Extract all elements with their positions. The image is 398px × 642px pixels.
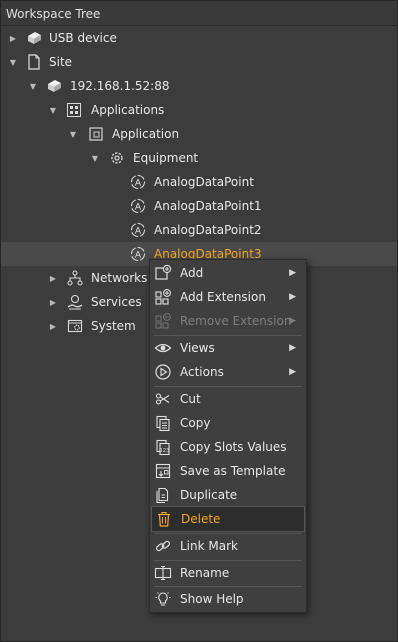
site-page-icon bbox=[25, 53, 43, 71]
menu-item-actions[interactable]: Actions ▶ bbox=[150, 360, 306, 384]
menu-item-label: Show Help bbox=[180, 592, 244, 606]
menu-item-link-mark[interactable]: Link Mark bbox=[150, 534, 306, 558]
expand-arrow-icon[interactable]: ▶ bbox=[47, 314, 59, 338]
menu-item-cut[interactable]: Cut bbox=[150, 387, 306, 411]
tree-item-label: Services bbox=[91, 295, 142, 309]
submenu-arrow-icon: ▶ bbox=[289, 268, 296, 278]
lightbulb-icon bbox=[154, 590, 172, 608]
menu-item-delete[interactable]: Delete bbox=[151, 506, 305, 532]
tree-item-label: Application bbox=[112, 127, 180, 141]
tree-item-label: AnalogDataPoint1 bbox=[154, 199, 262, 213]
trash-icon bbox=[155, 510, 173, 528]
menu-item-rename[interactable]: Rename bbox=[150, 561, 306, 585]
svg-text:A: A bbox=[135, 251, 142, 261]
application-icon bbox=[87, 125, 105, 143]
tree-item-analog-data-point[interactable]: A AnalogDataPoint bbox=[1, 170, 397, 194]
system-icon bbox=[66, 317, 84, 335]
scissors-icon bbox=[154, 390, 172, 408]
applications-grid-icon bbox=[65, 101, 83, 119]
device-icon bbox=[45, 77, 63, 95]
collapse-arrow-icon[interactable]: ▼ bbox=[67, 122, 79, 146]
tree-item-equipment[interactable]: ▼ Equipment bbox=[1, 146, 397, 170]
menu-item-label: Cut bbox=[180, 392, 201, 406]
svg-text:A: A bbox=[135, 179, 142, 189]
play-circle-icon bbox=[154, 363, 172, 381]
equipment-gear-icon bbox=[108, 149, 126, 167]
networks-icon bbox=[66, 269, 84, 287]
tree-item-label: AnalogDataPoint bbox=[154, 175, 254, 189]
tree-item-analog-data-point-2[interactable]: A AnalogDataPoint2 bbox=[1, 218, 397, 242]
expand-arrow-icon[interactable]: ▶ bbox=[47, 290, 59, 314]
copy-icon bbox=[154, 414, 172, 432]
menu-item-views[interactable]: Views ▶ bbox=[150, 336, 306, 360]
rename-icon bbox=[154, 564, 172, 582]
submenu-arrow-icon: ▶ bbox=[289, 292, 296, 302]
submenu-arrow-icon: ▶ bbox=[289, 316, 296, 326]
expand-arrow-icon[interactable]: ▶ bbox=[47, 266, 59, 290]
copy-slots-icon: 123 bbox=[154, 438, 172, 456]
menu-item-label: Save as Template bbox=[180, 464, 286, 478]
tree-item-analog-data-point-1[interactable]: A AnalogDataPoint1 bbox=[1, 194, 397, 218]
tree-item-applications[interactable]: ▼ Applications bbox=[1, 98, 397, 122]
menu-item-label: Rename bbox=[180, 566, 230, 580]
workspace-tree-panel: Workspace Tree ▶ USB device ▼ Site ▼ 192… bbox=[0, 0, 398, 642]
menu-item-label: Duplicate bbox=[180, 488, 238, 502]
menu-item-add[interactable]: Add ▶ bbox=[150, 261, 306, 285]
svg-text:A: A bbox=[135, 227, 142, 237]
tree-item-label: Networks bbox=[91, 271, 148, 285]
analog-point-icon: A bbox=[129, 173, 147, 191]
tree-item-label: System bbox=[91, 319, 136, 333]
menu-item-copy-slots-values[interactable]: 123 Copy Slots Values bbox=[150, 435, 306, 459]
tree-item-usb-device[interactable]: ▶ USB device bbox=[1, 26, 397, 50]
analog-point-icon: A bbox=[129, 245, 147, 263]
menu-item-save-as-template[interactable]: Save as Template bbox=[150, 459, 306, 483]
svg-text:123: 123 bbox=[160, 448, 170, 454]
collapse-arrow-icon[interactable]: ▼ bbox=[47, 98, 59, 122]
link-icon bbox=[154, 537, 172, 555]
svg-text:A: A bbox=[135, 203, 142, 213]
tree-item-label: Site bbox=[49, 55, 73, 69]
services-icon bbox=[66, 293, 84, 311]
save-template-icon bbox=[154, 462, 172, 480]
menu-item-show-help[interactable]: Show Help bbox=[150, 587, 306, 611]
usb-device-icon bbox=[25, 29, 43, 47]
collapse-arrow-icon[interactable]: ▼ bbox=[89, 146, 101, 170]
menu-item-label: Delete bbox=[181, 512, 221, 526]
submenu-arrow-icon: ▶ bbox=[289, 367, 296, 377]
menu-item-label: Add bbox=[180, 266, 204, 280]
menu-item-label: Remove Extension bbox=[180, 314, 292, 328]
add-extension-icon bbox=[154, 288, 172, 306]
submenu-arrow-icon: ▶ bbox=[289, 343, 296, 353]
tree-item-label: AnalogDataPoint2 bbox=[154, 223, 262, 237]
tree-item-label: Equipment bbox=[133, 151, 199, 165]
menu-item-copy[interactable]: Copy bbox=[150, 411, 306, 435]
menu-item-duplicate[interactable]: Duplicate bbox=[150, 483, 306, 507]
analog-point-icon: A bbox=[129, 197, 147, 215]
add-icon bbox=[154, 264, 172, 282]
context-menu: Add ▶ Add Extension ▶ Remove Extension ▶… bbox=[149, 259, 307, 613]
collapse-arrow-icon[interactable]: ▼ bbox=[27, 74, 39, 98]
eye-icon bbox=[154, 339, 172, 357]
tree-item-label: USB device bbox=[49, 31, 117, 45]
expand-arrow-icon[interactable]: ▶ bbox=[7, 26, 19, 50]
tree-item-site[interactable]: ▼ Site bbox=[1, 50, 397, 74]
menu-item-label: Actions bbox=[180, 365, 224, 379]
menu-item-label: Views bbox=[180, 341, 215, 355]
tree-item-label: 192.168.1.52:88 bbox=[70, 79, 170, 93]
panel-title: Workspace Tree bbox=[1, 1, 397, 26]
remove-extension-icon bbox=[154, 312, 172, 330]
menu-item-add-extension[interactable]: Add Extension ▶ bbox=[150, 285, 306, 309]
analog-point-icon: A bbox=[129, 221, 147, 239]
menu-item-label: Add Extension bbox=[180, 290, 266, 304]
menu-item-label: Copy bbox=[180, 416, 211, 430]
duplicate-icon bbox=[154, 486, 172, 504]
tree-item-device-ip[interactable]: ▼ 192.168.1.52:88 bbox=[1, 74, 397, 98]
collapse-arrow-icon[interactable]: ▼ bbox=[7, 50, 19, 74]
tree-item-application[interactable]: ▼ Application bbox=[1, 122, 397, 146]
menu-item-label: Link Mark bbox=[180, 539, 238, 553]
menu-item-remove-extension: Remove Extension ▶ bbox=[150, 309, 306, 333]
tree-item-label: Applications bbox=[91, 103, 165, 117]
menu-item-label: Copy Slots Values bbox=[180, 440, 287, 454]
